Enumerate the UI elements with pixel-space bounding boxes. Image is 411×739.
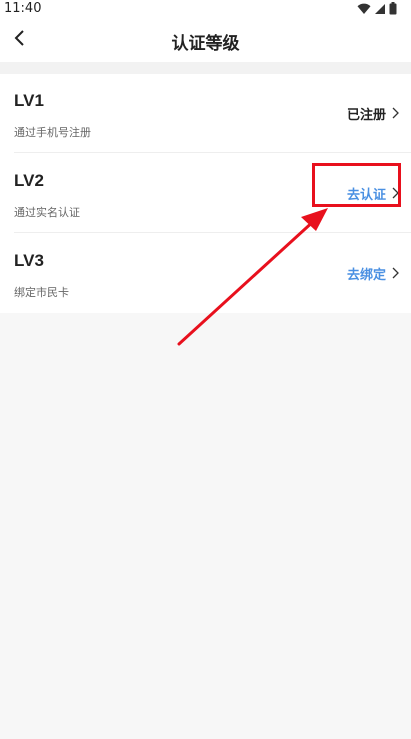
- level-description: 绑定市民卡: [14, 286, 69, 299]
- divider: [14, 232, 411, 233]
- chevron-right-icon: [392, 264, 399, 283]
- signal-icon: [374, 0, 386, 19]
- level-name: LV1: [14, 91, 44, 110]
- battery-icon: [389, 0, 397, 19]
- level-row-lv1: LV1 通过手机号注册 已注册: [0, 74, 411, 153]
- page-title: 认证等级: [171, 34, 240, 54]
- action-label: 去绑定: [346, 267, 386, 283]
- chevron-right-icon: [392, 104, 399, 123]
- status-bar: 11:40: [0, 0, 411, 18]
- status-time: 11:40: [4, 1, 42, 16]
- wifi-icon: [357, 0, 371, 19]
- status-icons: [357, 0, 397, 19]
- section-gap: [0, 62, 411, 74]
- level-description: 通过实名认证: [14, 206, 80, 219]
- action-label: 已注册: [346, 107, 386, 123]
- navbar: 认证等级: [0, 18, 411, 62]
- highlight-box: [312, 163, 401, 207]
- bind-card-button[interactable]: 去绑定: [346, 264, 399, 283]
- level-description: 通过手机号注册: [14, 126, 91, 139]
- divider: [14, 152, 411, 153]
- level-row-lv3: LV3 绑定市民卡 去绑定: [0, 234, 411, 313]
- level-name: LV2: [14, 171, 44, 190]
- registered-status[interactable]: 已注册: [346, 104, 399, 123]
- level-name: LV3: [14, 251, 44, 270]
